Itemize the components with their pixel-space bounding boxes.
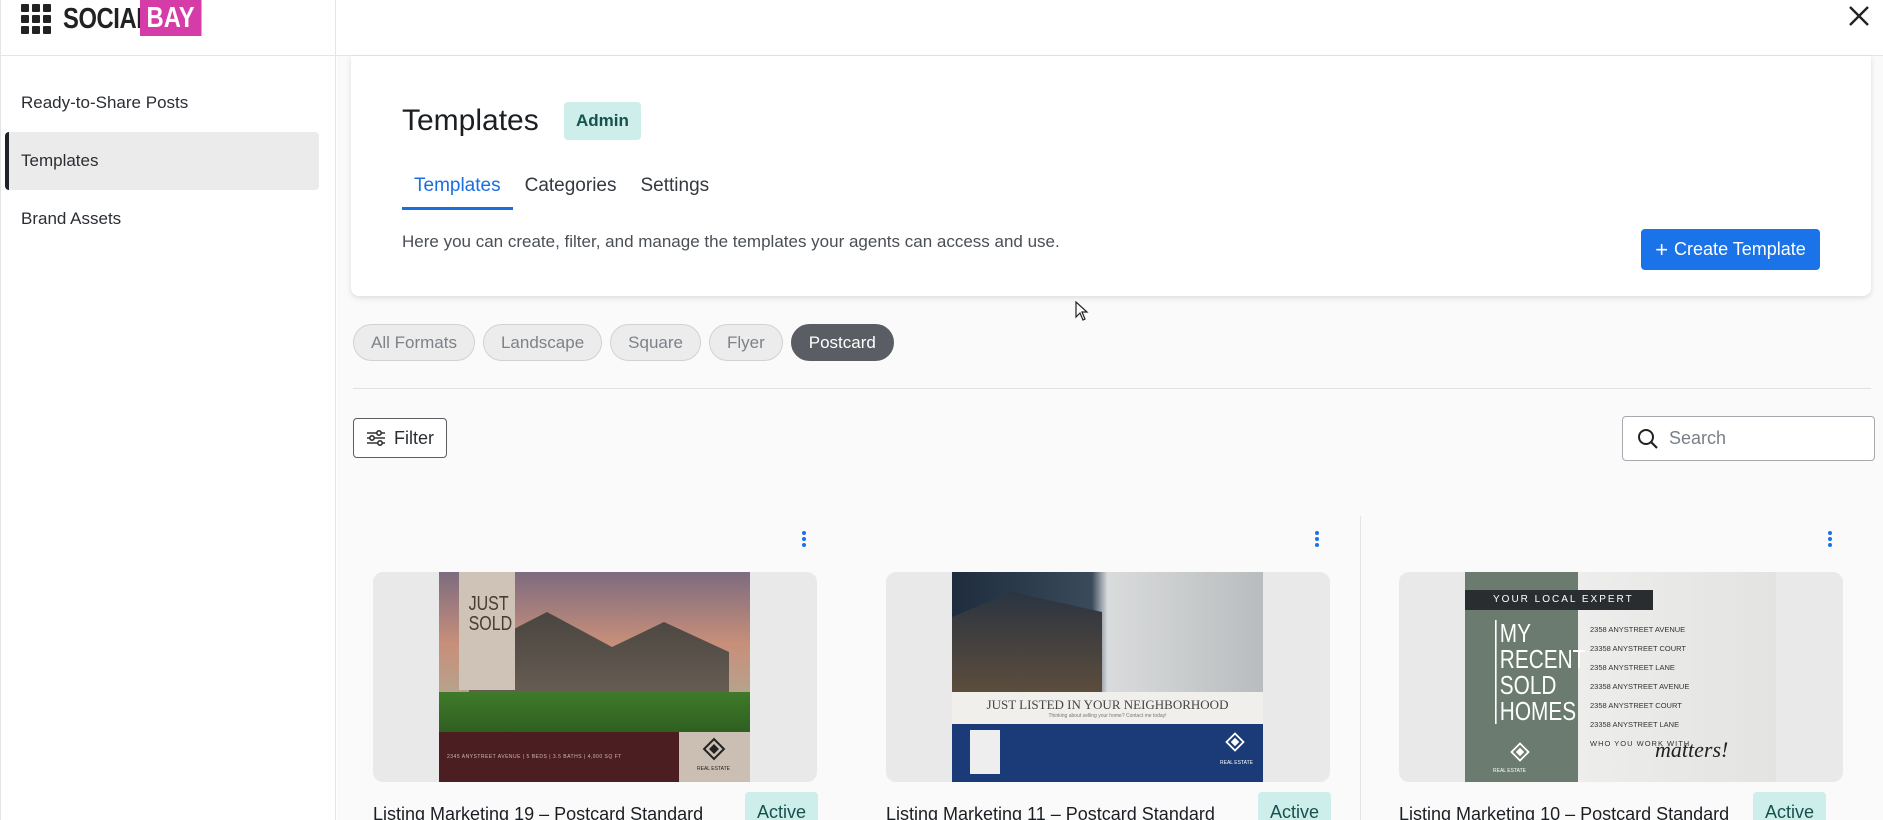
preview-address: 2345 ANYSTREET AVENUE | 5 BEDS | 3.5 BAT… [439, 732, 679, 782]
card-divider [1360, 516, 1361, 820]
top-bar [336, 0, 1883, 56]
chip-square[interactable]: Square [610, 324, 701, 361]
page-description: Here you can create, filter, and manage … [402, 232, 1060, 251]
template-title[interactable]: Listing Marketing 10 – Postcard Standard [1399, 804, 1729, 820]
template-thumbnail[interactable]: YOUR LOCAL EXPERT MY RECENT SOLD HOMES 2… [1399, 572, 1843, 782]
tab-categories[interactable]: Categories [513, 166, 629, 210]
sidebar: SOCIAL BAY Ready-to-Share Posts Template… [0, 0, 337, 820]
preview-headline-text: JUST LISTED IN YOUR NEIGHBORHOOD [986, 697, 1229, 712]
status-badge: Active [1753, 792, 1827, 820]
logo-text-social: SOCIAL [63, 2, 151, 35]
main-content: Templates Admin Templates Categories Set… [337, 56, 1883, 820]
chip-flyer[interactable]: Flyer [708, 324, 783, 361]
preview-headline: MY RECENT SOLD HOMES [1495, 620, 1585, 724]
preview-headline: JUST LISTED IN YOUR NEIGHBORHOOD Thinkin… [952, 692, 1263, 724]
kebab-icon[interactable] [1307, 527, 1327, 551]
create-template-button[interactable]: + Create Template [1641, 229, 1820, 270]
preview-subline: Thinking about selling your home? Contac… [1048, 713, 1167, 719]
postcard-preview: JUST SOLD 2345 ANYSTREET AVENUE | 5 BEDS… [439, 572, 750, 782]
search-icon [1638, 428, 1658, 449]
search-box[interactable] [1622, 416, 1875, 461]
sliders-icon [367, 429, 385, 447]
page-header: Templates Admin Templates Categories Set… [351, 56, 1871, 296]
preview-brand: REAL ESTATE [697, 766, 730, 772]
template-card[interactable]: YOUR LOCAL EXPERT MY RECENT SOLD HOMES 2… [1377, 516, 1870, 820]
sidebar-nav: Ready-to-Share Posts Templates Brand Ass… [5, 74, 319, 248]
sidebar-item-brand-assets[interactable]: Brand Assets [5, 190, 319, 248]
admin-badge: Admin [564, 102, 641, 140]
preview-address: 23358 ANYSTREET COURT [1590, 644, 1687, 653]
kebab-icon[interactable] [1820, 527, 1840, 551]
preview-address: 2358 ANYSTREET AVENUE [1590, 625, 1686, 634]
brand-logo [1225, 732, 1245, 752]
format-chips: All Formats Landscape Square Flyer Postc… [353, 324, 902, 361]
preview-banner: YOUR LOCAL EXPERT [1465, 590, 1653, 610]
sidebar-item-templates[interactable]: Templates [5, 132, 319, 190]
template-thumbnail[interactable]: JUST LISTED IN YOUR NEIGHBORHOOD Thinkin… [886, 572, 1330, 782]
postcard-preview: JUST LISTED IN YOUR NEIGHBORHOOD Thinkin… [952, 572, 1263, 782]
filter-label: Filter [394, 427, 434, 448]
plus-icon: + [1655, 236, 1669, 262]
template-thumbnail[interactable]: JUST SOLD 2345 ANYSTREET AVENUE | 5 BEDS… [373, 572, 817, 782]
template-title[interactable]: Listing Marketing 11 – Postcard Standard [886, 804, 1215, 820]
preview-address: 23358 ANYSTREET LANE [1590, 720, 1680, 729]
postcard-preview: YOUR LOCAL EXPERT MY RECENT SOLD HOMES 2… [1465, 572, 1776, 782]
sidebar-item-ready-to-share-posts[interactable]: Ready-to-Share Posts [5, 74, 319, 132]
template-title[interactable]: Listing Marketing 19 – Postcard Standard [373, 804, 703, 820]
kebab-icon[interactable] [794, 527, 814, 551]
status-badge: Active [1258, 792, 1332, 820]
template-card[interactable]: JUST LISTED IN YOUR NEIGHBORHOOD Thinkin… [864, 516, 1357, 820]
tab-settings[interactable]: Settings [629, 166, 722, 210]
status-badge: Active [745, 792, 819, 820]
filter-button[interactable]: Filter [353, 418, 447, 458]
preview-brand: REAL ESTATE [1493, 768, 1526, 774]
grid-logo-icon [21, 4, 51, 34]
preview-brand: REAL ESTATE [1220, 760, 1253, 766]
preview-address: 2358 ANYSTREET COURT [1590, 701, 1682, 710]
sidebar-divider [1, 55, 337, 56]
chip-all-formats[interactable]: All Formats [353, 324, 475, 361]
preview-address-list: 2358 ANYSTREET AVENUE 23358 ANYSTREET CO… [1590, 620, 1690, 753]
create-template-label: Create Template [1674, 239, 1806, 259]
app: SOCIAL BAY Ready-to-Share Posts Template… [0, 0, 1883, 820]
preview-address: 23358 ANYSTREET AVENUE [1590, 682, 1690, 691]
brand-logo: REAL ESTATE [679, 732, 750, 782]
chip-landscape[interactable]: Landscape [482, 324, 603, 361]
divider [353, 388, 1871, 389]
preview-address: 2358 ANYSTREET LANE [1590, 663, 1675, 672]
chip-postcard[interactable]: Postcard [790, 324, 894, 361]
tab-bar: Templates Categories Settings [402, 166, 721, 210]
agent-photo [970, 730, 1000, 774]
preview-headline: JUST SOLD [459, 572, 515, 690]
tab-templates[interactable]: Templates [402, 166, 513, 210]
brand-logo [1510, 742, 1530, 762]
page-title: Templates [402, 104, 539, 137]
preview-script: matters! [1655, 737, 1729, 762]
search-input[interactable] [1669, 428, 1859, 449]
template-card[interactable]: JUST SOLD 2345 ANYSTREET AVENUE | 5 BEDS… [351, 516, 844, 820]
logo[interactable]: SOCIAL BAY [21, 0, 202, 38]
close-icon[interactable] [1845, 2, 1873, 30]
logo-text-bay: BAY [140, 0, 202, 36]
mouse-cursor-icon [1075, 301, 1089, 321]
